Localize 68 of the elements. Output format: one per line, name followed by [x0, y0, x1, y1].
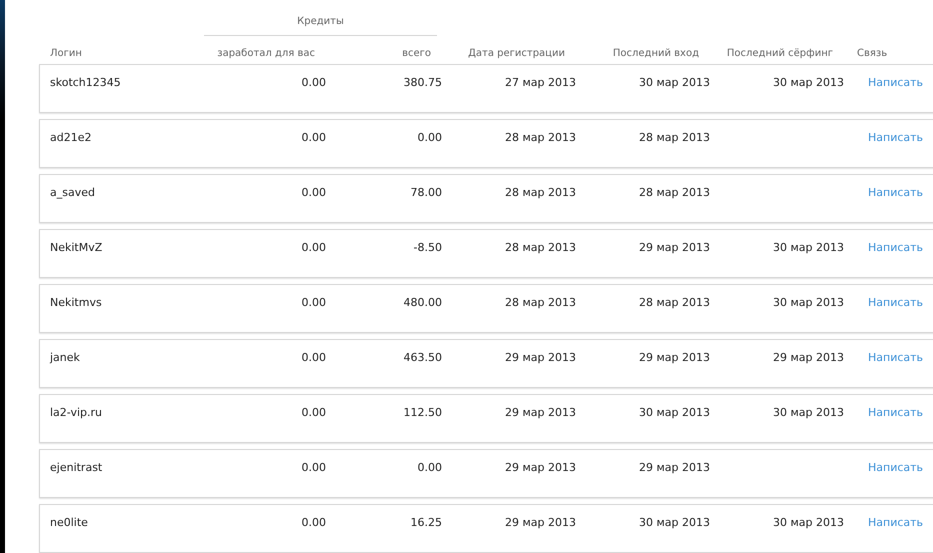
write-link[interactable]: Написать [868, 296, 924, 309]
table-cell: 30 мар 2013 [638, 76, 710, 89]
table-cell: 0.00 [302, 351, 326, 364]
table-cell: 29 мар 2013 [772, 351, 844, 364]
table-cell: 28 мар 2013 [638, 186, 710, 199]
column-header: заработал для вас [217, 46, 315, 58]
column-header: Дата регистрации [468, 46, 565, 58]
table-cell: 0.00 [302, 461, 326, 474]
write-link[interactable]: Написать [868, 76, 924, 89]
table-cell: 0.00 [302, 241, 326, 254]
table-cell: 29 мар 2013 [504, 406, 576, 419]
table-cell: 30 мар 2013 [638, 516, 710, 529]
table-cell: 29 мар 2013 [638, 241, 710, 254]
table-cell-text: janek [50, 351, 81, 364]
write-link[interactable]: Написать [868, 516, 924, 529]
table-cell-text: ne0lite [50, 516, 89, 529]
table-cell: 28 мар 2013 [504, 296, 576, 309]
table-cell: 16.25 [410, 516, 442, 529]
write-link[interactable]: Написать [868, 131, 924, 144]
table-cell: 30 мар 2013 [772, 296, 844, 309]
table-cell-text: ad21e2 [50, 131, 92, 144]
table-cell: 29 мар 2013 [638, 351, 710, 364]
table-cell: -8.50 [414, 241, 442, 254]
column-header: Последний сёрфинг [726, 46, 833, 58]
table-cell: 28 мар 2013 [504, 186, 576, 199]
table-cell: 29 мар 2013 [638, 461, 710, 474]
table-cell-text: la2-vip.ru [50, 406, 104, 419]
column-header: всего [402, 46, 431, 58]
table-cell: 30 мар 2013 [772, 406, 844, 419]
table-cell: 0.00 [418, 461, 442, 474]
table-cell: 28 мар 2013 [638, 296, 710, 309]
table-cell: 0.00 [302, 296, 326, 309]
table-cell: 0.00 [302, 186, 326, 199]
table-cell: 112.50 [404, 406, 442, 419]
column-header: Логин [49, 46, 83, 58]
table-cell: 29 мар 2013 [504, 461, 576, 474]
table-cell: 380.75 [404, 76, 442, 89]
table-cell: 0.00 [302, 406, 326, 419]
table-cell: 0.00 [418, 131, 442, 144]
write-link[interactable]: Написать [868, 406, 924, 419]
write-link[interactable]: Написать [868, 461, 924, 474]
table-cell: 0.00 [302, 131, 326, 144]
table-cell: 28 мар 2013 [504, 131, 576, 144]
write-link[interactable]: Написать [868, 351, 924, 364]
table-cell-text: Nekitmvs [50, 296, 103, 309]
table-cell: 28 мар 2013 [504, 241, 576, 254]
table-cell-text: skotch12345 [50, 76, 122, 89]
column-group-header: Кредиты [297, 16, 344, 27]
write-link[interactable]: Написать [868, 186, 924, 199]
table-cell-text: ejenitrast [50, 461, 104, 474]
table-cell: 463.50 [404, 351, 442, 364]
column-header: Последний вход [612, 46, 699, 58]
table-cell-text: NekitMvZ [50, 241, 104, 254]
write-link[interactable]: Написать [868, 241, 924, 254]
table-cell: 30 мар 2013 [638, 406, 710, 419]
table-cell: 28 мар 2013 [638, 131, 710, 144]
table-cell: 480.00 [404, 296, 442, 309]
table-cell: 78.00 [410, 186, 442, 199]
table-cell: 29 мар 2013 [504, 351, 576, 364]
table-cell: 0.00 [302, 76, 326, 89]
table-cell: 0.00 [302, 516, 326, 529]
column-header: Связь [857, 46, 888, 58]
table-cell: 29 мар 2013 [504, 516, 576, 529]
table-cell-text: a_saved [50, 186, 96, 199]
table-cell: 30 мар 2013 [772, 76, 844, 89]
table-cell: 30 мар 2013 [772, 241, 844, 254]
table-cell: 27 мар 2013 [504, 76, 576, 89]
table-cell: 30 мар 2013 [772, 516, 844, 529]
